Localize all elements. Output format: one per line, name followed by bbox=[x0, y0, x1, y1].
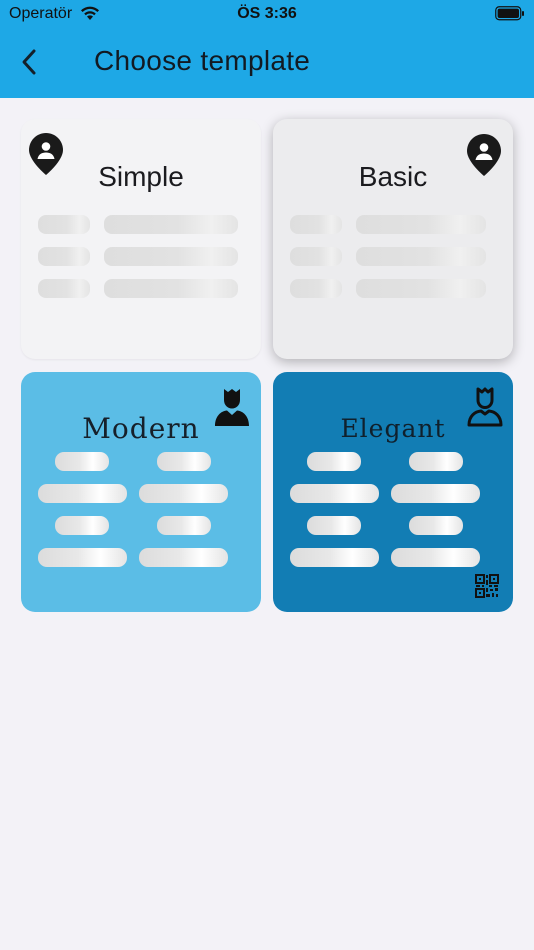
template-name: Modern bbox=[82, 412, 200, 445]
back-button[interactable] bbox=[14, 46, 46, 78]
placeholder-bar bbox=[38, 215, 90, 234]
placeholder-bar bbox=[409, 452, 463, 471]
placeholder-bar bbox=[139, 484, 228, 503]
placeholder-bar bbox=[307, 516, 361, 535]
template-card-simple[interactable]: Simple bbox=[21, 119, 261, 359]
placeholder-bar bbox=[38, 247, 90, 266]
placeholder-bar bbox=[38, 548, 127, 567]
placeholder-bar bbox=[307, 452, 361, 471]
template-name: Simple bbox=[98, 161, 184, 192]
placeholder-bar bbox=[38, 484, 127, 503]
placeholder-bar bbox=[290, 548, 379, 567]
placeholder-bar bbox=[157, 516, 211, 535]
app-header: Operatör ÖS 3:36 Choose template bbox=[0, 0, 534, 98]
placeholder-bar bbox=[290, 215, 342, 234]
status-time: ÖS 3:36 bbox=[237, 5, 297, 22]
placeholder-bar bbox=[104, 247, 238, 266]
placeholder-bar bbox=[55, 452, 109, 471]
placeholder-bar bbox=[409, 516, 463, 535]
template-card-basic[interactable]: Basic bbox=[273, 119, 513, 359]
placeholder-bar bbox=[391, 484, 480, 503]
template-name: Elegant bbox=[340, 414, 446, 443]
qr-code-icon bbox=[475, 574, 499, 598]
chevron-left-icon bbox=[22, 49, 36, 75]
template-card-modern[interactable]: Modern bbox=[21, 372, 261, 612]
page-title: Choose template bbox=[94, 45, 311, 76]
template-name: Basic bbox=[358, 161, 428, 192]
placeholder-bar bbox=[356, 215, 486, 234]
placeholder-bar bbox=[104, 215, 238, 234]
placeholder-bar bbox=[139, 548, 228, 567]
placeholder-bar bbox=[290, 247, 342, 266]
placeholder-bar bbox=[356, 247, 486, 266]
placeholder-bar bbox=[38, 279, 90, 298]
battery-icon bbox=[495, 6, 524, 21]
placeholder-bar bbox=[290, 484, 379, 503]
status-bar: Operatör ÖS 3:36 bbox=[0, 0, 534, 28]
placeholder-bar bbox=[55, 516, 109, 535]
placeholder-bar bbox=[290, 279, 342, 298]
placeholder-bar bbox=[157, 452, 211, 471]
placeholder-bar bbox=[356, 279, 486, 298]
placeholder-bar bbox=[104, 279, 238, 298]
placeholder-bar bbox=[391, 548, 480, 567]
template-card-elegant[interactable]: Elegant bbox=[273, 372, 513, 612]
